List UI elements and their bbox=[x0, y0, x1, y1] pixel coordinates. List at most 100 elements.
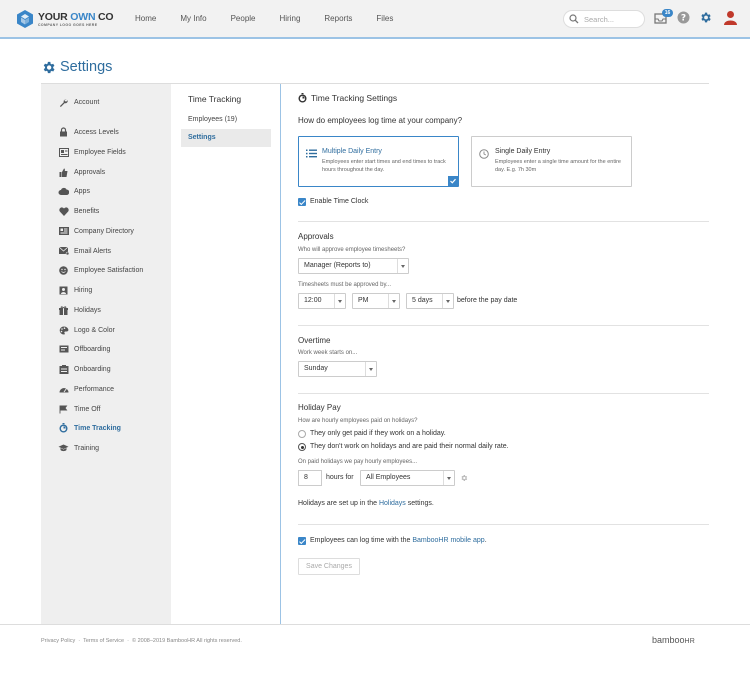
time-off-icon bbox=[58, 405, 69, 414]
approval-days-select[interactable]: 5 days bbox=[406, 293, 454, 309]
heart-icon bbox=[58, 206, 69, 216]
thumbs-up-icon bbox=[58, 168, 69, 177]
section-title: Time Tracking Settings bbox=[298, 93, 397, 103]
stopwatch-icon bbox=[298, 93, 307, 103]
sidebar-item-account[interactable]: Account bbox=[58, 96, 99, 108]
sidebar-item-performance[interactable]: Performance bbox=[58, 383, 114, 395]
nav-files[interactable]: Files bbox=[376, 14, 393, 23]
sidebar-item-access-levels[interactable]: Access Levels bbox=[58, 126, 119, 138]
gear-icon[interactable] bbox=[699, 11, 712, 24]
chevron-down-icon bbox=[397, 259, 408, 273]
sidebar-item-holidays[interactable]: Holidays bbox=[58, 304, 101, 316]
privacy-policy-link[interactable]: Privacy Policy bbox=[41, 638, 75, 644]
sidebar-item-time-tracking[interactable]: Time Tracking bbox=[58, 422, 121, 434]
footer: Privacy Policy · Terms of Service · © 20… bbox=[41, 638, 242, 644]
sidebar-item-benefits[interactable]: Benefits bbox=[58, 205, 99, 217]
search-icon bbox=[569, 14, 579, 24]
before-pay-date-label: before the pay date bbox=[457, 297, 518, 304]
search-placeholder: Search... bbox=[584, 15, 615, 24]
mobile-app-checkbox[interactable] bbox=[298, 537, 306, 545]
copyright: © 2008–2019 BambooHR All rights reserved… bbox=[132, 638, 242, 644]
nav-people[interactable]: People bbox=[231, 14, 256, 23]
divider bbox=[298, 325, 709, 326]
nav-reports[interactable]: Reports bbox=[324, 14, 352, 23]
holiday-pay-radio-work-only-label: They only get paid if they work on a hol… bbox=[310, 430, 446, 437]
divider bbox=[298, 393, 709, 394]
palette-icon bbox=[58, 325, 69, 335]
search-input[interactable]: Search... bbox=[563, 10, 645, 28]
option-description: Employees enter start times and end time… bbox=[322, 159, 446, 173]
logo-wordmark: YOUR OWN CO bbox=[38, 10, 114, 23]
help-icon[interactable]: ? bbox=[677, 11, 690, 24]
holidays-settings-link[interactable]: Holidays bbox=[379, 500, 406, 507]
subnav-item-employees[interactable]: Employees (19) bbox=[181, 111, 271, 129]
chevron-down-icon bbox=[365, 362, 376, 376]
option-single-daily-entry[interactable]: Single Daily Entry Employees enter a sin… bbox=[471, 136, 632, 187]
sidebar-item-offboarding[interactable]: Offboarding bbox=[58, 343, 110, 355]
cloud-icon bbox=[58, 187, 69, 195]
holiday-pay-title: Holiday Pay bbox=[298, 403, 341, 412]
logo-tagline: COMPANY LOGO GOES HERE bbox=[38, 22, 98, 27]
sidebar-item-approvals[interactable]: Approvals bbox=[58, 166, 105, 178]
chevron-down-icon bbox=[443, 471, 454, 485]
option-title: Multiple Daily Entry bbox=[322, 148, 382, 155]
enable-time-clock-checkbox[interactable] bbox=[298, 198, 306, 206]
email-icon bbox=[58, 247, 69, 255]
approval-ampm-select[interactable]: PM bbox=[352, 293, 400, 309]
clock-icon bbox=[479, 149, 489, 159]
sidebar-item-company-directory[interactable]: Company Directory bbox=[58, 225, 134, 237]
sidebar-item-hiring[interactable]: Hiring bbox=[58, 284, 92, 296]
save-changes-button[interactable]: Save Changes bbox=[298, 558, 360, 575]
approval-time-select[interactable]: 12:00 bbox=[298, 293, 346, 309]
svg-text:?: ? bbox=[681, 14, 686, 24]
holiday-pay-radio-work-only[interactable] bbox=[298, 430, 306, 438]
gauge-icon bbox=[58, 385, 69, 393]
sidebar-item-employee-satisfaction[interactable]: Employee Satisfaction bbox=[58, 264, 143, 276]
holiday-hours-input[interactable]: 8 bbox=[298, 470, 322, 486]
nav-home[interactable]: Home bbox=[135, 14, 156, 23]
company-logo[interactable]: YOUR OWN CO COMPANY LOGO GOES HERE bbox=[15, 9, 114, 29]
overtime-title: Overtime bbox=[298, 336, 331, 345]
nav-hiring[interactable]: Hiring bbox=[280, 14, 301, 23]
approval-deadline-hint: Timesheets must be approved by... bbox=[298, 282, 392, 288]
sidebar-item-logo-color[interactable]: Logo & Color bbox=[58, 324, 115, 336]
wrench-icon bbox=[58, 98, 69, 107]
approver-hint: Who will approve employee timesheets? bbox=[298, 247, 406, 253]
page-title-text: Settings bbox=[60, 59, 113, 75]
holiday-pay-radio-normal-rate[interactable] bbox=[298, 443, 306, 451]
option-multiple-daily-entry[interactable]: Multiple Daily Entry Employees enter sta… bbox=[298, 136, 459, 187]
sidebar-item-email-alerts[interactable]: Email Alerts bbox=[58, 245, 111, 257]
settings-sidebar: Account Access Levels Employee Fields Ap… bbox=[41, 84, 171, 624]
mobile-app-label: Employees can log time with the BambooHR… bbox=[310, 537, 487, 544]
work-week-start-select[interactable]: Sunday bbox=[298, 361, 377, 377]
sidebar-item-apps[interactable]: Apps bbox=[58, 185, 90, 197]
hiring-icon bbox=[58, 286, 69, 295]
divider bbox=[298, 221, 709, 222]
approver-select[interactable]: Manager (Reports to) bbox=[298, 258, 409, 274]
nav-my-info[interactable]: My Info bbox=[180, 14, 206, 23]
footer-divider bbox=[0, 624, 750, 625]
chevron-down-icon bbox=[334, 294, 345, 308]
avatar[interactable] bbox=[724, 10, 737, 25]
page-title: Settings bbox=[41, 59, 112, 75]
divider bbox=[298, 524, 709, 525]
option-title: Single Daily Entry bbox=[495, 148, 551, 155]
sidebar-item-employee-fields[interactable]: Employee Fields bbox=[58, 146, 126, 158]
entry-type-question: How do employees log time at your compan… bbox=[298, 116, 463, 125]
sidebar-item-onboarding[interactable]: Onboarding bbox=[58, 363, 111, 375]
smiley-icon bbox=[58, 265, 69, 275]
stopwatch-icon bbox=[58, 423, 69, 433]
bamboohr-mobile-app-link[interactable]: BambooHR mobile app bbox=[412, 537, 484, 544]
subnav-title: Time Tracking bbox=[188, 94, 242, 104]
work-week-hint: Work week starts on... bbox=[298, 350, 358, 356]
inbox-badge: 16 bbox=[662, 9, 673, 17]
onboarding-icon bbox=[58, 364, 69, 374]
holiday-employee-group-select[interactable]: All Employees bbox=[360, 470, 455, 486]
sidebar-item-training[interactable]: Training bbox=[58, 442, 99, 454]
approvals-title: Approvals bbox=[298, 232, 334, 241]
settings-gear-icon[interactable] bbox=[460, 474, 468, 482]
terms-of-service-link[interactable]: Terms of Service bbox=[83, 638, 124, 644]
paid-hours-hint: On paid holidays we pay hourly employees… bbox=[298, 459, 418, 465]
subnav-item-settings[interactable]: Settings bbox=[181, 129, 271, 147]
sidebar-item-time-off[interactable]: Time Off bbox=[58, 403, 100, 415]
